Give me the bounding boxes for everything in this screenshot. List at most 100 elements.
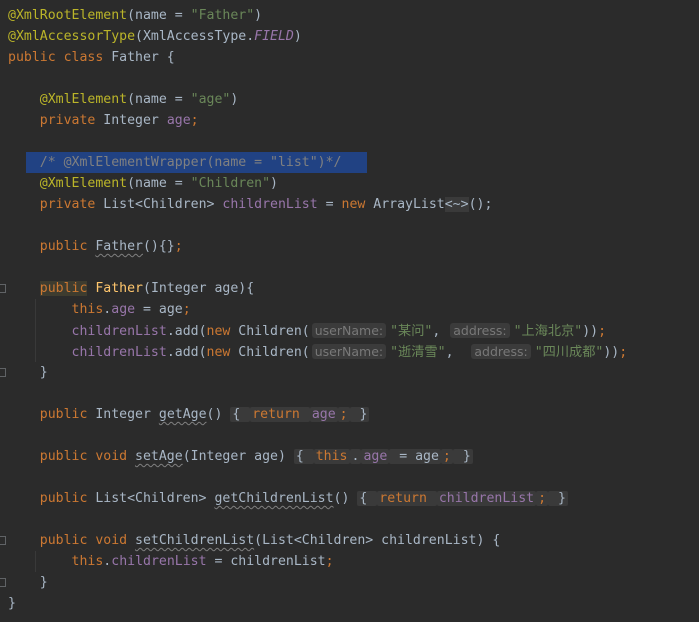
code-line[interactable]: public class Father { xyxy=(0,47,699,68)
code-token: Integer xyxy=(103,113,167,128)
code-line[interactable]: @XmlElement(name = "Children") xyxy=(0,173,699,194)
code-token: . xyxy=(349,449,362,464)
code-token: , xyxy=(432,324,449,339)
code-token: (name = xyxy=(127,176,191,191)
code-token: age xyxy=(361,449,390,464)
parameter-hint: userName: xyxy=(311,323,387,338)
code-text: childrenList.add(new Children(userName: "… xyxy=(8,320,606,342)
code-token: } xyxy=(452,449,473,464)
code-token: ; xyxy=(536,491,549,506)
code-line[interactable]: /* @XmlElementWrapper(name = "list")*/ xyxy=(0,152,699,173)
code-line[interactable]: } xyxy=(0,362,699,383)
code-line[interactable] xyxy=(0,131,699,152)
code-line[interactable]: public void setChildrenList(List<Childre… xyxy=(0,530,699,551)
code-line[interactable] xyxy=(0,425,699,446)
fold-marker-icon[interactable] xyxy=(0,578,6,587)
code-line[interactable] xyxy=(0,467,699,488)
code-line[interactable]: private List<Children> childrenList = ne… xyxy=(0,194,699,215)
code-token: "四川成都" xyxy=(534,345,604,360)
code-line[interactable]: childrenList.add(new Children(userName: "… xyxy=(0,341,699,362)
code-token: (XmlAccessType. xyxy=(135,29,255,44)
code-line[interactable]: this.childrenList = childrenList; xyxy=(0,551,699,572)
code-line[interactable]: public Father(){}; xyxy=(0,236,699,257)
code-token: (Integer age){ xyxy=(143,281,255,296)
code-editor[interactable]: @XmlRootElement(name = "Father") @XmlAcce… xyxy=(0,0,699,622)
code-token: } xyxy=(349,407,370,422)
parameter-hint: address: xyxy=(471,344,531,359)
parameter-hint: userName: xyxy=(311,344,387,359)
code-token: { xyxy=(230,407,251,422)
code-token: ; xyxy=(190,113,199,128)
code-token: ; xyxy=(182,302,191,317)
code-text: @XmlElement(name = "Children") xyxy=(8,173,278,194)
code-token: "某问" xyxy=(390,324,433,339)
code-token: setChildrenList xyxy=(135,533,255,548)
code-line[interactable]: public void setAge(Integer age) { this. a… xyxy=(0,446,699,467)
code-token: public xyxy=(39,281,88,296)
code-token: "Father" xyxy=(190,8,255,23)
code-token: (List<Children> childrenList) { xyxy=(254,533,501,548)
code-token: "age" xyxy=(190,92,231,107)
code-token: @XmlAccessorType xyxy=(8,29,136,44)
code-token: return xyxy=(250,407,310,422)
code-token: FIELD xyxy=(254,29,294,44)
code-token: Children( xyxy=(238,345,310,360)
code-token: public xyxy=(39,239,96,254)
code-token: .add( xyxy=(166,345,207,360)
code-line[interactable]: } xyxy=(0,572,699,593)
code-text: @XmlRootElement(name = "Father") xyxy=(8,5,262,26)
code-line[interactable]: public Integer getAge() { return age; } xyxy=(0,404,699,425)
code-token: age xyxy=(166,113,191,128)
code-line[interactable] xyxy=(0,509,699,530)
code-text: public Father(){}; xyxy=(8,236,183,257)
code-token: private xyxy=(39,113,104,128)
code-token: <~> xyxy=(444,197,469,212)
code-token: = age xyxy=(135,302,183,317)
code-line[interactable] xyxy=(0,68,699,89)
code-line[interactable] xyxy=(0,257,699,278)
fold-marker-icon[interactable] xyxy=(0,536,6,545)
code-line[interactable]: } xyxy=(0,593,699,614)
code-line[interactable]: childrenList.add(new Children(userName: "… xyxy=(0,320,699,341)
code-line[interactable] xyxy=(0,383,699,404)
code-text: } xyxy=(8,572,48,593)
code-line[interactable]: this.age = age; xyxy=(0,299,699,320)
code-token: "上海北京" xyxy=(513,324,583,339)
code-line[interactable]: @XmlRootElement(name = "Father") xyxy=(0,5,699,26)
code-line[interactable]: @XmlAccessorType(XmlAccessType.FIELD) xyxy=(0,26,699,47)
code-line[interactable]: public Father(Integer age){ xyxy=(0,278,699,299)
code-token: childrenList xyxy=(111,554,207,569)
code-token: = childrenList xyxy=(206,554,326,569)
code-token: )) xyxy=(603,345,620,360)
fold-marker-icon[interactable] xyxy=(0,368,6,377)
code-text: public Integer getAge() { return age; } xyxy=(8,404,370,425)
code-token: return xyxy=(377,491,437,506)
code-text: childrenList.add(new Children(userName: "… xyxy=(8,341,627,363)
code-text: public void setChildrenList(List<Childre… xyxy=(8,530,501,551)
fold-marker-icon[interactable] xyxy=(0,284,6,293)
code-line[interactable]: private Integer age; xyxy=(0,110,699,131)
code-line[interactable]: public List<Children> getChildrenList() … xyxy=(0,488,699,509)
code-token: this xyxy=(71,302,104,317)
code-token: this xyxy=(313,449,350,464)
code-token: ; xyxy=(174,239,183,254)
code-text: public Father(Integer age){ xyxy=(8,278,254,299)
code-token: ; xyxy=(325,554,334,569)
code-token: Father xyxy=(95,281,143,296)
code-line[interactable] xyxy=(0,215,699,236)
code-token: )) xyxy=(582,324,599,339)
code-line[interactable]: @XmlElement(name = "age") xyxy=(0,89,699,110)
code-token: private xyxy=(39,197,104,212)
